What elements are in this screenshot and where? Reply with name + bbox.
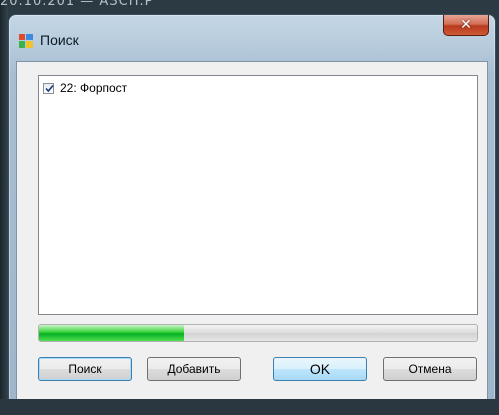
results-list[interactable]: 22: Форпост bbox=[38, 75, 478, 315]
ok-button[interactable]: OK bbox=[273, 357, 367, 381]
close-button[interactable]: ✕ bbox=[443, 15, 489, 36]
search-dialog: Поиск ✕ 22: Форпост Поиск Добавить OK От… bbox=[8, 14, 496, 413]
close-icon: ✕ bbox=[460, 17, 472, 33]
add-button[interactable]: Добавить bbox=[147, 357, 241, 381]
background-window-text: 20.10.201 — АЗСП.Р bbox=[0, 0, 154, 9]
item-checkbox[interactable] bbox=[43, 82, 54, 94]
progress-fill bbox=[39, 325, 184, 341]
checkmark-icon bbox=[45, 84, 54, 92]
list-item-label: 22: Форпост bbox=[60, 81, 128, 95]
dialog-client-area: 22: Форпост Поиск Добавить OK Отмена bbox=[16, 61, 488, 406]
list-item[interactable]: 22: Форпост bbox=[43, 80, 127, 96]
title-bar[interactable]: Поиск ✕ bbox=[9, 15, 495, 55]
search-button[interactable]: Поиск bbox=[38, 357, 132, 381]
desktop-edge bbox=[0, 0, 8, 415]
application-icon bbox=[19, 34, 33, 48]
search-progress-bar bbox=[38, 324, 478, 342]
window-title: Поиск bbox=[40, 32, 79, 48]
desktop-bottom bbox=[0, 399, 499, 415]
cancel-button[interactable]: Отмена bbox=[383, 357, 477, 381]
